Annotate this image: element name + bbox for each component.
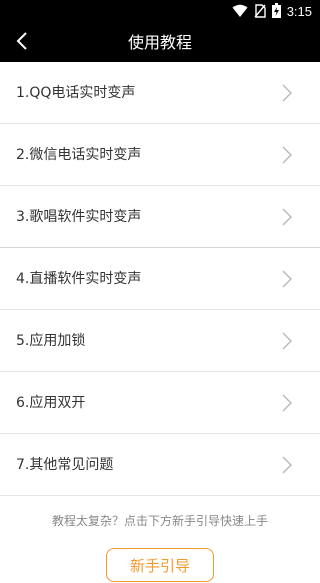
tutorial-item-wechat-call[interactable]: 2.微信电话实时变声 bbox=[0, 124, 320, 186]
chevron-right-icon bbox=[282, 456, 292, 474]
tutorial-item-label: 3.歌唱软件实时变声 bbox=[16, 209, 142, 225]
tutorial-item-label: 7.其他常见问题 bbox=[16, 457, 114, 473]
status-time: 3:15 bbox=[286, 4, 312, 19]
chevron-right-icon bbox=[282, 146, 292, 164]
wifi-icon bbox=[232, 3, 248, 22]
tutorial-item-label: 6.应用双开 bbox=[16, 395, 86, 411]
tutorial-item-dual-app[interactable]: 6.应用双开 bbox=[0, 372, 320, 434]
chevron-right-icon bbox=[282, 394, 292, 412]
chevron-right-icon bbox=[282, 84, 292, 102]
battery-charging-icon bbox=[271, 2, 281, 22]
tutorial-item-singing-app[interactable]: 3.歌唱软件实时变声 bbox=[0, 186, 320, 248]
chevron-right-icon bbox=[282, 270, 292, 288]
tutorial-list: 1.QQ电话实时变声 2.微信电话实时变声 3.歌唱软件实时变声 4.直播软件实… bbox=[0, 62, 320, 496]
tutorial-item-label: 5.应用加锁 bbox=[16, 333, 86, 349]
tutorial-item-label: 2.微信电话实时变声 bbox=[16, 147, 142, 163]
chevron-right-icon bbox=[282, 332, 292, 350]
guide-hint-text: 教程太复杂？点击下方新手引导快速上手 bbox=[51, 514, 268, 528]
page-title: 使用教程 bbox=[127, 33, 192, 52]
tutorial-item-label: 1.QQ电话实时变声 bbox=[16, 85, 136, 101]
chevron-right-icon bbox=[282, 208, 292, 226]
tutorial-item-faq[interactable]: 7.其他常见问题 bbox=[0, 434, 320, 496]
tutorial-item-label: 4.直播软件实时变声 bbox=[16, 271, 142, 287]
beginner-guide-button[interactable]: 新手引导 bbox=[106, 548, 214, 582]
tutorial-item-live-app[interactable]: 4.直播软件实时变声 bbox=[0, 248, 320, 310]
status-bar: 3:15 bbox=[0, 0, 320, 24]
tutorial-item-app-lock[interactable]: 5.应用加锁 bbox=[0, 310, 320, 372]
nav-bar: 使用教程 bbox=[0, 24, 320, 62]
no-sim-icon bbox=[254, 3, 266, 22]
status-icons: 3:15 bbox=[232, 2, 312, 22]
tutorial-item-qq-call[interactable]: 1.QQ电话实时变声 bbox=[0, 62, 320, 124]
